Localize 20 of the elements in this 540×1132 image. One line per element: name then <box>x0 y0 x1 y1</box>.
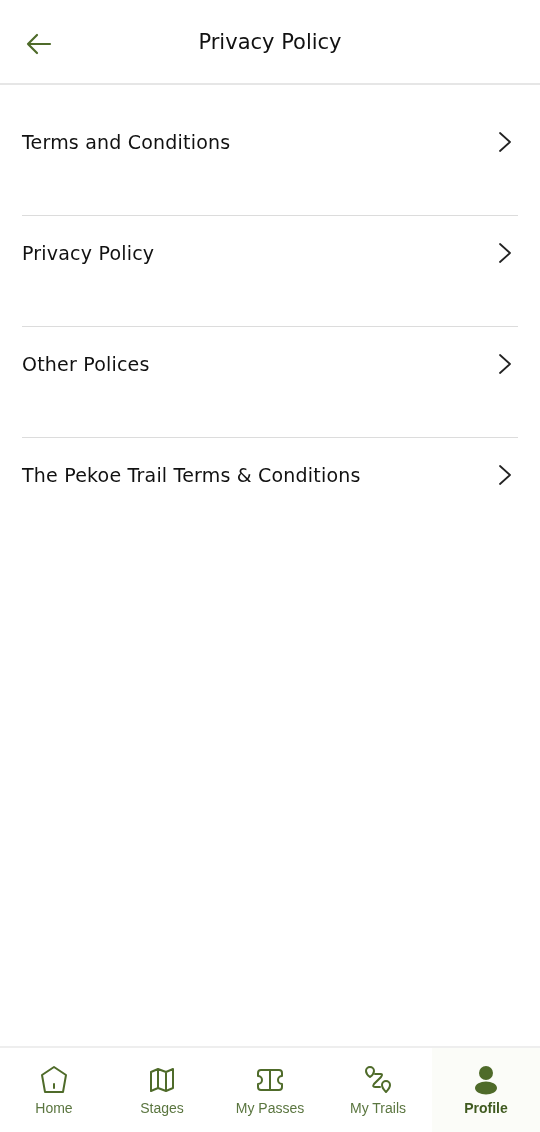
policy-label: Privacy Policy <box>22 242 155 264</box>
nav-tab[interactable]: Profile <box>432 1048 540 1132</box>
policy-label: The Pekoe Trail Terms & Conditions <box>22 464 361 486</box>
nav-tab[interactable]: My Trails <box>324 1048 432 1132</box>
home-icon <box>38 1064 70 1096</box>
policy-label: Other Polices <box>22 353 150 375</box>
chevron-right-icon <box>498 242 512 264</box>
policy-list-item[interactable]: The Pekoe Trail Terms & Conditions <box>22 438 518 548</box>
chevron-right-icon <box>498 131 512 153</box>
chevron-right-icon <box>498 353 512 375</box>
policy-label: Terms and Conditions <box>22 131 231 153</box>
route-icon <box>362 1064 394 1096</box>
chevron-right-icon <box>498 464 512 486</box>
nav-tab[interactable]: Home <box>0 1048 108 1132</box>
policy-list-item[interactable]: Other Polices <box>22 327 518 438</box>
policy-list-item[interactable]: Terms and Conditions <box>22 105 518 216</box>
nav-tab[interactable]: Stages <box>108 1048 216 1132</box>
policy-list-item[interactable]: Privacy Policy <box>22 216 518 327</box>
nav-tab[interactable]: My Passes <box>216 1048 324 1132</box>
page-title: Privacy Policy <box>197 29 343 54</box>
